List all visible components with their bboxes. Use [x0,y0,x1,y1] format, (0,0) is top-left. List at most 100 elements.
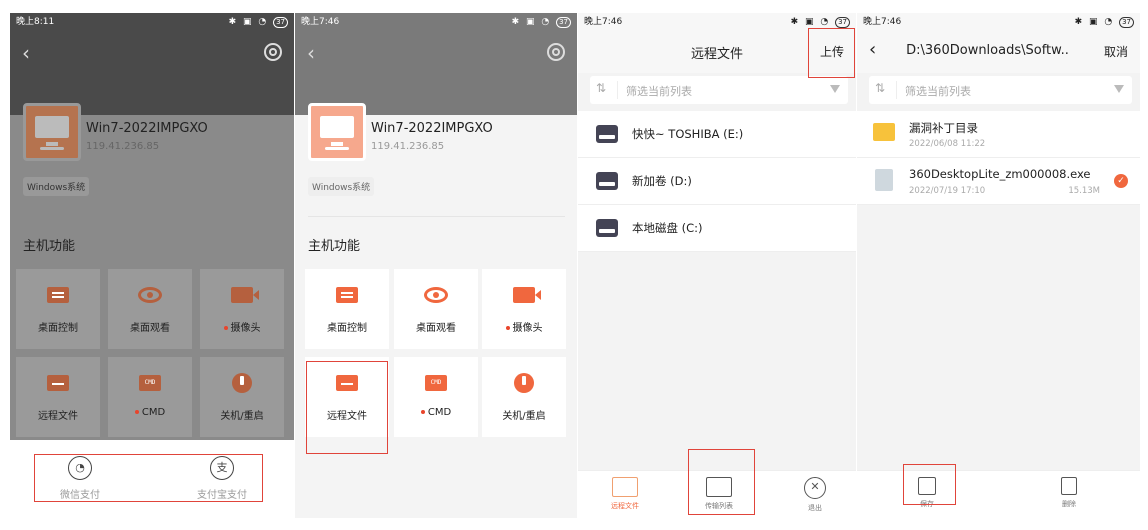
download-icon [918,477,936,495]
func-remote-files[interactable]: 远程文件 [305,357,389,437]
close-icon: ✕ [804,477,826,499]
section-title: 主机功能 [308,239,361,254]
filter-icon[interactable] [830,85,840,93]
divider [308,216,565,217]
check-icon[interactable]: ✓ [1114,174,1128,188]
func-remote-files[interactable]: 远程文件 [16,357,100,437]
list-item[interactable]: 漏洞补丁目录 2022/06/08 11:22 [857,111,1140,158]
func-desktop-control[interactable]: 桌面控制 [16,269,100,349]
panel-host-dimmed: 晚上8:11 ✱ ▣ ◔ 37 ‹ Win7-2022IMPGXO 119.41… [10,13,294,518]
cancel-button[interactable]: 取消 [1104,43,1128,60]
func-desktop-view[interactable]: 桌面观看 [108,269,192,349]
drive-list: 快快~ TOSHIBA (E:) 新加卷 (D:) 本地磁盘 (C:) [578,111,856,252]
func-power[interactable]: 关机/重启 [200,357,284,437]
func-camera[interactable]: 摄像头 [200,269,284,349]
camera-icon [231,287,259,303]
status-bar: 晚上7:46 ✱ ▣ ◔ 37 [857,13,1140,31]
status-time: 晚上7:46 [584,17,623,27]
tab-remote-files[interactable]: 远程文件 [595,477,655,511]
host-ip: 119.41.236.85 [86,141,160,152]
status-icons: ✱ ▣ ◔ 37 [512,13,571,31]
status-bar: 晚上7:46 ✱ ▣ ◔ 37 [295,13,577,31]
page-title: 远程文件 [690,47,743,62]
func-camera[interactable]: 摄像头 [482,269,566,349]
gear-icon[interactable] [264,43,282,61]
desktop-control-icon [336,287,358,303]
battery-icon: 37 [556,17,571,28]
status-icons: ✱ ▣ ◔ 37 [1075,13,1134,31]
payment-sheet: ◔ 微信支付 支 支付宝支付 [10,440,294,518]
drive-icon [596,219,618,237]
bottom-tab-bar: 远程文件 传输列表 ✕ 退出 [578,470,856,518]
title-bar: 远程文件 上传 [578,31,856,73]
func-desktop-view[interactable]: 桌面观看 [394,269,478,349]
sort-icon[interactable]: ⇅ [875,81,897,99]
section-title: 主机功能 [23,239,76,254]
filter-input[interactable]: 筛选当前列表 [626,83,692,99]
folder-icon [612,477,638,497]
host-name: Win7-2022IMPGXO [371,121,493,136]
panel-file-browser: 晚上7:46 ✱ ▣ ◔ 37 ‹ D:\360Downloads\Softw.… [857,13,1140,518]
trash-icon [1061,477,1077,495]
back-icon[interactable]: ‹ [307,41,315,65]
back-icon[interactable]: ‹ [869,39,876,60]
drive-icon [596,172,618,190]
list-item[interactable]: 新加卷 (D:) [578,158,856,205]
host-avatar-icon [308,103,366,161]
eye-icon [138,287,162,303]
status-icons: ✱ ▣ ◔ 37 [229,13,288,31]
wechat-icon: ◔ [68,456,92,480]
host-avatar-icon [23,103,81,161]
list-item[interactable]: 360DesktopLite_zm000008.exe 2022/07/19 1… [857,158,1140,205]
filter-bar[interactable]: ⇅ 筛选当前列表 [590,76,848,104]
func-desktop-control[interactable]: 桌面控制 [305,269,389,349]
upload-button[interactable]: 上传 [820,43,844,60]
tab-exit[interactable]: ✕ 退出 [785,477,845,513]
panel-host: 晚上7:46 ✱ ▣ ◔ 37 ‹ Win7-2022IMPGXO 119.41… [295,13,577,518]
alipay-button[interactable]: 支 支付宝支付 [172,456,272,501]
battery-icon: 37 [1119,17,1134,28]
status-icons: ✱ ▣ ◔ 37 [791,13,850,31]
gear-icon[interactable] [547,43,565,61]
file-icon [875,169,893,191]
action-bar: 保存 删除 [857,470,1140,518]
list-item[interactable]: 本地磁盘 (C:) [578,205,856,252]
folder-icon [873,123,895,141]
header: 晚上7:46 ✱ ▣ ◔ 37 ‹ [295,13,577,115]
camera-icon [513,287,541,303]
func-cmd[interactable]: CMD CMD [108,357,192,437]
os-tag: Windows系统 [23,177,90,196]
delete-button[interactable]: 删除 [1039,477,1099,509]
folder-icon [47,375,69,391]
func-power[interactable]: 关机/重启 [482,357,566,437]
power-icon [514,373,534,393]
status-time: 晚上8:11 [16,17,55,27]
path-title: D:\360Downloads\Softw.. [906,43,1069,58]
power-icon [232,373,252,393]
folder-icon [336,375,358,391]
func-cmd[interactable]: CMD CMD [394,357,478,437]
save-button[interactable]: 保存 [897,477,957,509]
header: 晚上8:11 ✱ ▣ ◔ 37 ‹ [10,13,294,115]
list-icon [706,477,732,497]
battery-icon: 37 [835,17,850,28]
drive-icon [596,125,618,143]
filter-icon[interactable] [1114,85,1124,93]
back-icon[interactable]: ‹ [22,41,30,65]
host-ip: 119.41.236.85 [371,141,445,152]
list-item[interactable]: 快快~ TOSHIBA (E:) [578,111,856,158]
os-tag: Windows系统 [308,177,375,196]
status-time: 晚上7:46 [301,17,340,27]
sort-icon[interactable]: ⇅ [596,81,618,99]
filter-input[interactable]: 筛选当前列表 [905,83,971,99]
wechat-pay-button[interactable]: ◔ 微信支付 [30,456,130,501]
tab-transfer-list[interactable]: 传输列表 [689,477,749,511]
alipay-icon: 支 [210,456,234,480]
status-bar: 晚上7:46 ✱ ▣ ◔ 37 [578,13,856,31]
status-time: 晚上7:46 [863,17,902,27]
desktop-control-icon [47,287,69,303]
cmd-icon: CMD [425,375,447,391]
file-list: 漏洞补丁目录 2022/06/08 11:22 360DesktopLite_z… [857,111,1140,205]
filter-bar[interactable]: ⇅ 筛选当前列表 [869,76,1132,104]
eye-icon [424,287,448,303]
